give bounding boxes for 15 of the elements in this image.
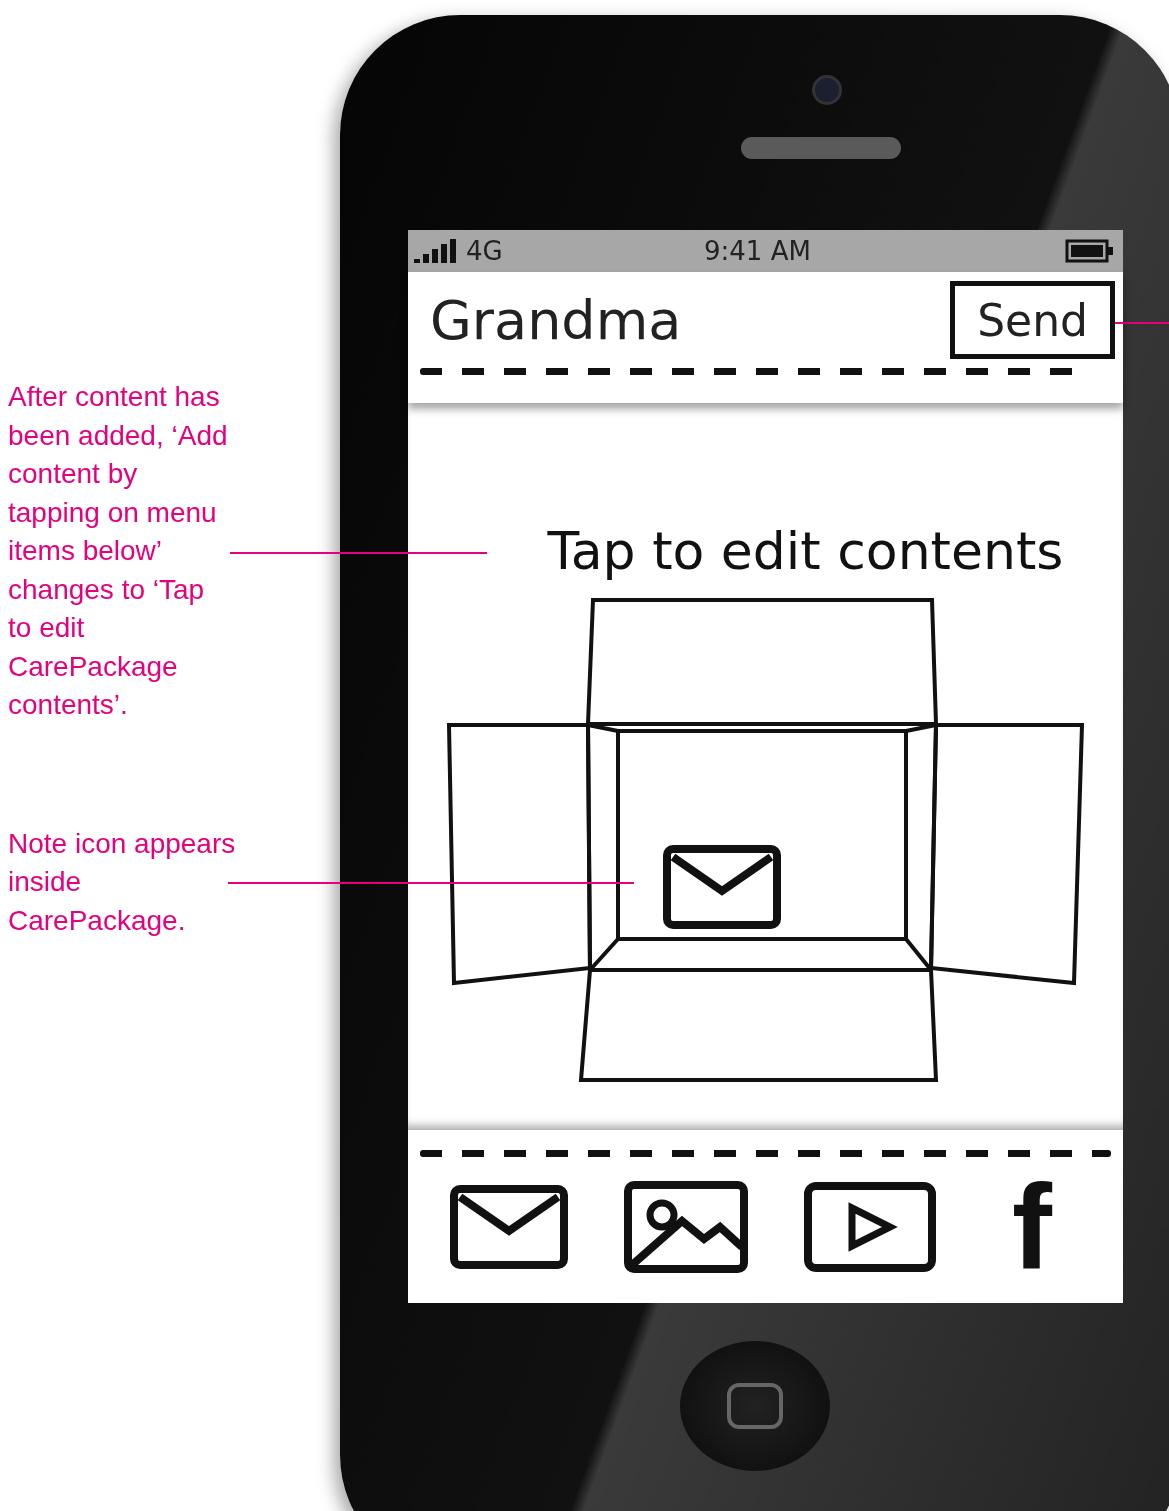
- square-icon: [725, 1381, 785, 1431]
- letter-f-icon[interactable]: f: [1012, 1177, 1052, 1277]
- mail-tool-icon[interactable]: [450, 1185, 568, 1269]
- camera-icon: [812, 75, 842, 105]
- edit-prompt[interactable]: Tap to edit contents: [547, 521, 1064, 581]
- annotation-text: Note icon appears inside CarePackage.: [8, 826, 237, 938]
- clock-time: 9:41 AM: [704, 236, 811, 266]
- annotation-text: After content has been added, ‘Add content by tapping on menu items below’ changes to ‘Tap to edit CarePackage contents’.: [8, 380, 229, 722]
- image-icon[interactable]: [624, 1181, 748, 1273]
- network-label: 4G: [466, 236, 503, 266]
- battery-icon: [1065, 239, 1115, 263]
- send-button[interactable]: Send: [950, 281, 1115, 359]
- envelope-icon: [662, 845, 781, 929]
- play-icon[interactable]: [804, 1182, 936, 1272]
- recipient-title: Grandma: [430, 288, 682, 352]
